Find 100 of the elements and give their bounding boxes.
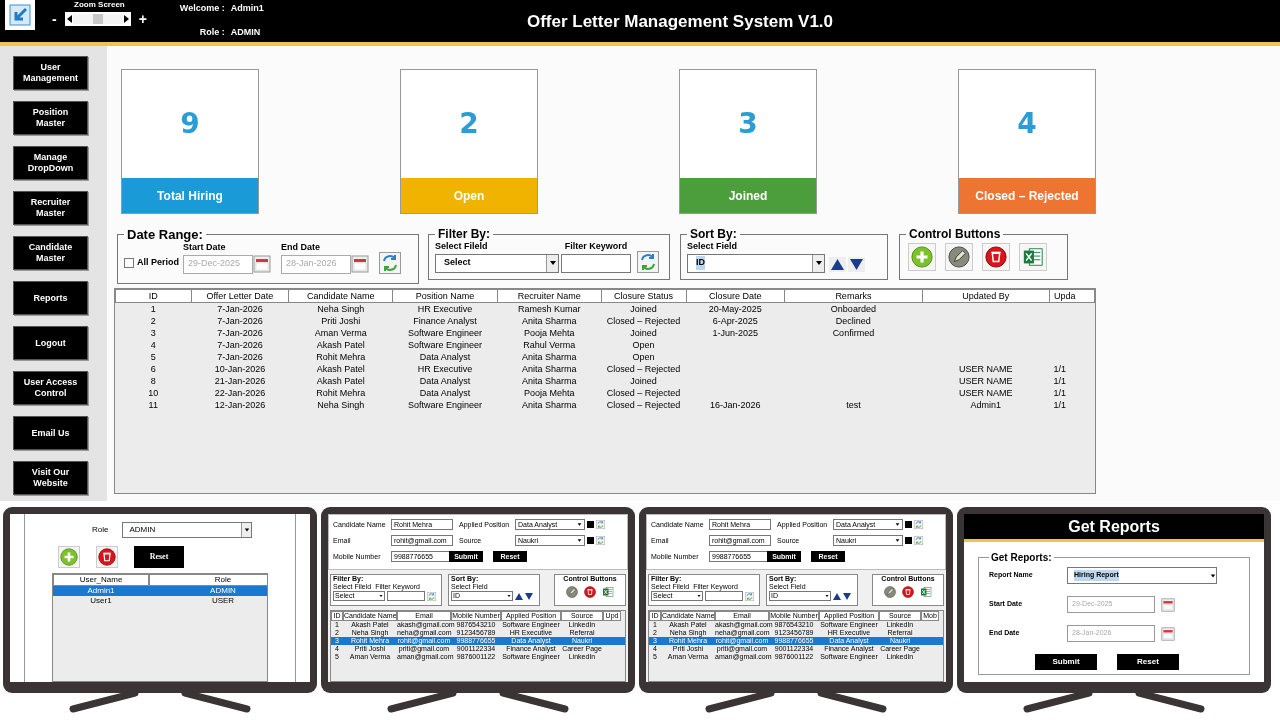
sort-ascending-icon[interactable] [515,592,523,600]
refresh-icon[interactable] [596,520,605,529]
sidebar-button[interactable]: Visit Our Website [13,461,88,495]
table-cell: Open [632,352,655,362]
refresh-icon[interactable] [637,250,659,273]
table-cell: Aman Verma [314,328,367,338]
spreadsheet-icon [920,586,932,598]
zoom-in-button[interactable]: + [138,12,147,26]
right-arrow-icon[interactable] [123,15,129,23]
keyword-field[interactable] [387,591,425,601]
calendar-icon[interactable] [1161,597,1175,612]
column-header[interactable]: Closure Date [686,289,785,303]
refresh-icon[interactable] [427,591,436,601]
field-label: Role [92,524,109,536]
spreadsheet-icon [602,586,614,598]
stat-label: Closed – Rejected [959,178,1095,213]
table-cell: Finance Analyst [413,316,477,326]
sidebar-button[interactable]: Candidate Master [13,236,88,270]
column-header[interactable]: Recruiter Name [497,289,602,303]
checkbox[interactable] [124,257,134,268]
refresh-icon[interactable] [379,251,401,274]
sidebar-button[interactable]: Position Master [13,101,88,135]
sidebar-button[interactable]: Logout [13,326,88,360]
refresh-icon[interactable] [745,591,754,601]
caret-icon [577,538,582,543]
calendar-icon[interactable] [1161,626,1175,641]
table-row[interactable]: User1 USER [53,596,267,606]
table-cell: 20-May-2025 [708,304,762,314]
sidebar-button[interactable]: User Access Control [13,371,88,405]
table-cell: 1/1 [1053,364,1067,374]
export-button[interactable] [602,586,614,598]
zoom-slider-thumb[interactable] [92,14,103,24]
keyword-field[interactable] [705,591,743,601]
keyword-field[interactable] [561,253,631,273]
table-cell: 7-Jan-2026 [217,352,263,362]
sort-ascending-icon[interactable] [829,256,846,272]
window-title: Offer Letter Management System V1.0 [526,12,834,31]
form-button[interactable]: Reset [1117,654,1179,670]
select-field[interactable]: ADMIN [122,522,253,538]
table-row[interactable]: Admin1 ADMIN [53,586,267,596]
column-header[interactable]: Candidate Name [288,289,393,303]
spreadsheet-icon [1022,246,1044,268]
table-cell: 12-Jan-2026 [214,400,266,410]
column-header[interactable]: Position Name [392,289,498,303]
caret-icon [697,594,701,598]
sort-ascending-icon[interactable] [833,592,841,600]
stat-label: Joined [680,178,816,213]
calendar-icon[interactable] [253,255,271,273]
export-button[interactable] [920,586,932,598]
table-cell: 1/1 [1053,400,1067,410]
table-cell: Anita Sharma [521,364,577,374]
table-cell: Closed – Rejected [606,400,681,410]
refresh-icon[interactable] [914,520,923,529]
table-cell: 11 [148,400,158,410]
form-button[interactable]: Submit [1035,654,1097,670]
column-header[interactable]: Role [149,574,267,586]
stat-value: 2 [459,106,479,142]
column-header[interactable]: User_Name [53,574,149,586]
column-header[interactable]: Upda [1049,289,1095,303]
caret-icon [243,527,250,533]
stat-value: 3 [738,106,758,142]
welcome-value: Admin1 [230,2,264,15]
edit-button[interactable] [566,586,578,598]
table-cell: Ramesh Kumar [517,304,581,314]
delete-button[interactable] [584,586,596,598]
field-label: Select Field [687,241,739,253]
refresh-icon[interactable] [914,536,923,545]
sidebar-button[interactable]: Manage DropDown [13,146,88,180]
export-button[interactable] [1019,243,1047,271]
reset-button[interactable]: Reset [134,546,184,568]
pencil-icon [948,246,970,268]
zoom-out-button[interactable]: - [52,12,57,26]
caret-icon [825,594,829,598]
delete-button[interactable] [902,586,914,598]
table-cell: Joined [630,328,657,338]
sidebar-button[interactable]: Email Us [13,416,88,450]
sort-descending-icon[interactable] [525,592,533,600]
left-arrow-icon[interactable] [66,15,72,23]
edit-button[interactable] [884,586,896,598]
column-header[interactable]: Closure Status [601,289,686,303]
sort-descending-icon[interactable] [848,256,865,272]
add-button[interactable] [908,243,936,271]
sidebar-button[interactable]: Reports [13,281,88,315]
sort-descending-icon[interactable] [843,592,851,600]
group-title: Filter By: [437,228,491,240]
table-cell: Pooja Mehta [523,388,575,398]
sidebar-button[interactable]: User Management [13,56,88,90]
calendar-icon[interactable] [351,255,369,273]
refresh-icon[interactable] [596,536,605,545]
column-header[interactable]: Offer Letter Date [191,289,289,303]
select-field[interactable]: Select [435,253,559,273]
add-button[interactable] [58,546,80,568]
select-field[interactable]: ID [687,253,825,273]
table-cell: 4 [150,340,156,350]
welcome-label: Welcome : [179,2,225,15]
column-header[interactable]: Remarks [784,289,923,303]
sidebar-button[interactable]: Recruiter Master [13,191,88,225]
checkbox-label: All Period [137,256,179,269]
column-header[interactable]: Updated By [922,289,1050,303]
column-header[interactable]: ID [115,289,192,303]
